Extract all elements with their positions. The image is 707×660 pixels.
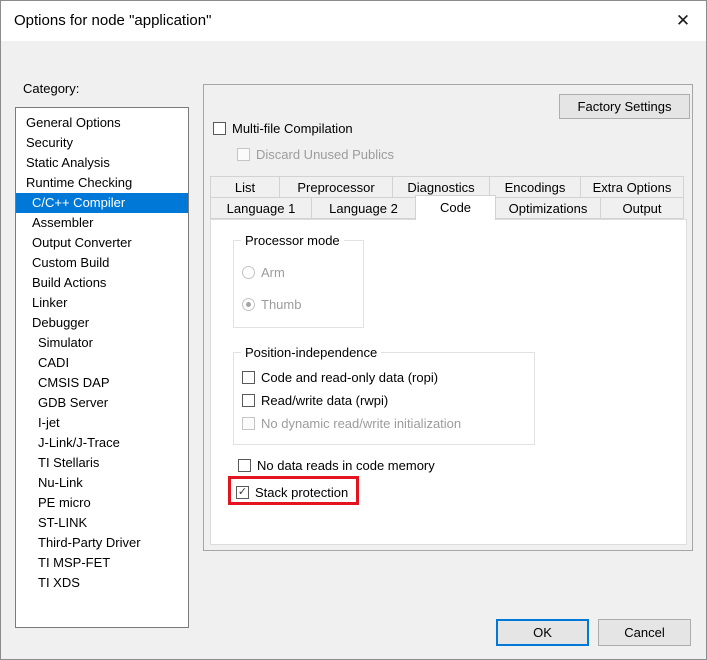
category-item[interactable]: Security xyxy=(16,133,188,153)
checkbox-label: No data reads in code memory xyxy=(257,458,435,473)
position-independence-legend: Position-independence xyxy=(241,345,381,360)
radio-circle xyxy=(242,266,255,279)
options-dialog: Options for node "application" ✕ Categor… xyxy=(0,0,707,660)
category-item[interactable]: Assembler xyxy=(16,213,188,233)
category-item[interactable]: Runtime Checking xyxy=(16,173,188,193)
radio-label: Thumb xyxy=(261,297,301,312)
category-item[interactable]: PE micro xyxy=(16,493,188,513)
tab-language-1[interactable]: Language 1 xyxy=(210,197,312,219)
factory-settings-button[interactable]: Factory Settings xyxy=(559,94,690,119)
checkbox-label: Stack protection xyxy=(255,485,348,500)
processor-mode-legend: Processor mode xyxy=(241,233,344,248)
category-item[interactable]: General Options xyxy=(16,113,188,133)
category-item[interactable]: CADI xyxy=(16,353,188,373)
checkbox[interactable] xyxy=(238,459,251,472)
ok-button[interactable]: OK xyxy=(496,619,589,646)
cancel-button[interactable]: Cancel xyxy=(598,619,691,646)
category-item[interactable]: Build Actions xyxy=(16,273,188,293)
checkbox-label: No dynamic read/write initialization xyxy=(261,416,461,431)
checkbox-label: Read/write data (rwpi) xyxy=(261,393,388,408)
tab-preprocessor[interactable]: Preprocessor xyxy=(279,176,393,198)
checkbox xyxy=(242,417,255,430)
multi-file-compilation-row: Multi-file Compilation xyxy=(213,121,353,140)
tab-row-2: Language 1Language 2CodeOptimizationsOut… xyxy=(210,197,688,219)
radio-thumb: Thumb xyxy=(242,297,301,312)
radio-label: Arm xyxy=(261,265,285,280)
category-item[interactable]: Static Analysis xyxy=(16,153,188,173)
processor-mode-group: Processor mode ArmThumb xyxy=(233,240,364,328)
stack-protection-highlight: ✓ Stack protection xyxy=(228,476,359,505)
category-list[interactable]: General OptionsSecurityStatic AnalysisRu… xyxy=(15,107,189,628)
tab-language-2[interactable]: Language 2 xyxy=(311,197,416,219)
tab-list[interactable]: List xyxy=(210,176,280,198)
checkbox-label: Multi-file Compilation xyxy=(232,121,353,136)
checkbox[interactable] xyxy=(242,371,255,384)
tab-strip: ListPreprocessorDiagnosticsEncodingsExtr… xyxy=(210,176,688,219)
category-item[interactable]: TI XDS xyxy=(16,573,188,593)
category-item[interactable]: Debugger xyxy=(16,313,188,333)
category-item[interactable]: Nu-Link xyxy=(16,473,188,493)
category-item[interactable]: J-Link/J-Trace xyxy=(16,433,188,453)
checkbox-label: Discard Unused Publics xyxy=(256,147,394,162)
checkbox[interactable] xyxy=(242,394,255,407)
category-item[interactable]: Linker xyxy=(16,293,188,313)
stack-protection-row: ✓ Stack protection xyxy=(236,482,348,500)
title-bar: Options for node "application" ✕ xyxy=(1,1,706,41)
radio-circle xyxy=(242,298,255,311)
category-item[interactable]: ST-LINK xyxy=(16,513,188,533)
category-item[interactable]: Custom Build xyxy=(16,253,188,273)
category-item[interactable]: Third-Party Driver xyxy=(16,533,188,553)
checkbox xyxy=(237,148,250,161)
close-icon[interactable]: ✕ xyxy=(666,1,700,41)
no-data-reads-row: No data reads in code memory xyxy=(238,458,435,477)
category-item[interactable]: CMSIS DAP xyxy=(16,373,188,393)
tab-output[interactable]: Output xyxy=(600,197,684,219)
tab-extra-options[interactable]: Extra Options xyxy=(580,176,684,198)
category-item[interactable]: I-jet xyxy=(16,413,188,433)
checkbox-label: Code and read-only data (ropi) xyxy=(261,370,438,385)
category-item[interactable]: TI MSP-FET xyxy=(16,553,188,573)
checkbox[interactable]: ✓ xyxy=(236,486,249,499)
category-item[interactable]: C/C++ Compiler xyxy=(16,193,188,213)
category-item[interactable]: Output Converter xyxy=(16,233,188,253)
options-panel: Factory Settings Multi-file Compilation … xyxy=(203,84,693,551)
tab-code[interactable]: Code xyxy=(415,195,496,220)
tab-optimizations[interactable]: Optimizations xyxy=(495,197,601,219)
category-item[interactable]: TI Stellaris xyxy=(16,453,188,473)
position-independence-group: Position-independence Code and read-only… xyxy=(233,352,535,445)
category-item[interactable]: GDB Server xyxy=(16,393,188,413)
category-label: Category: xyxy=(23,81,79,96)
window-title: Options for node "application" xyxy=(14,1,211,41)
tab-encodings[interactable]: Encodings xyxy=(489,176,581,198)
checkbox[interactable] xyxy=(213,122,226,135)
radio-arm: Arm xyxy=(242,265,285,280)
code-tab-page: Processor mode Arm Thumb Position-indepen… xyxy=(210,219,687,545)
discard-unused-publics-row: Discard Unused Publics xyxy=(237,147,394,166)
category-item[interactable]: Simulator xyxy=(16,333,188,353)
